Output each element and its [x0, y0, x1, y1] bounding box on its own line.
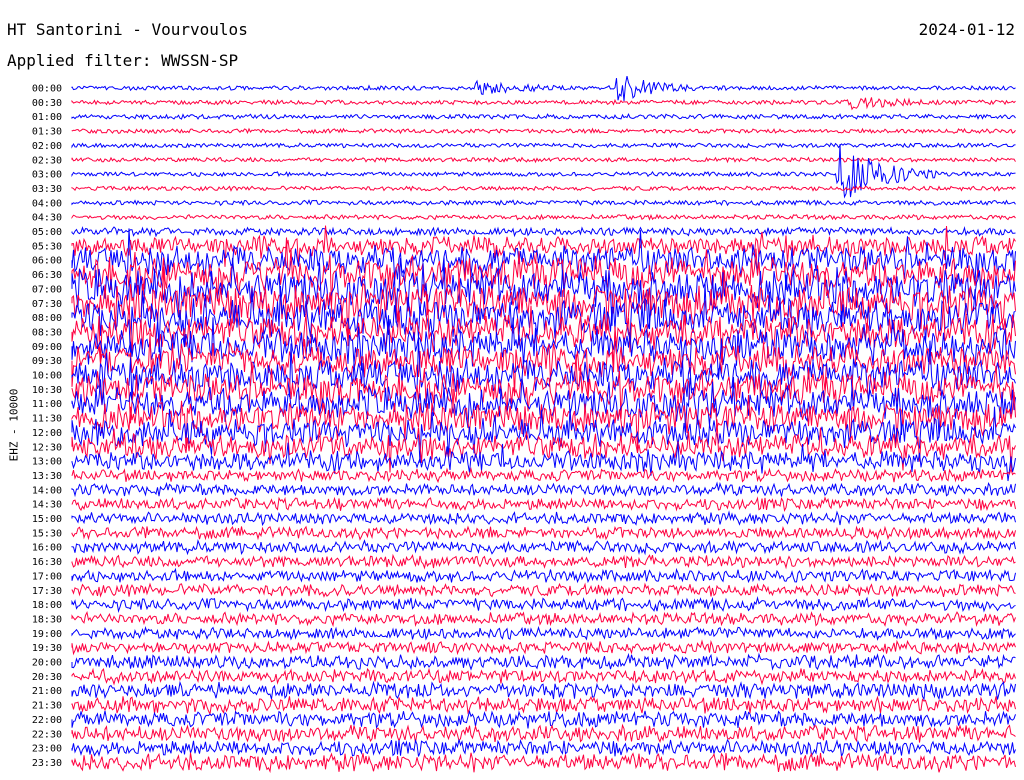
trace-1700 [71, 567, 1016, 584]
time-tick-label: 23:30 [32, 758, 62, 769]
time-tick-label: 04:30 [32, 213, 62, 224]
time-tick-label: 04:00 [32, 198, 62, 209]
time-tick-label: 00:30 [32, 98, 62, 109]
time-tick-label: 18:30 [32, 614, 62, 625]
trace-2130 [71, 695, 1016, 716]
time-tick-label: 05:30 [32, 241, 62, 252]
time-tick-label: 21:30 [32, 701, 62, 712]
time-tick-label: 07:30 [32, 299, 62, 310]
trace-2230 [71, 723, 1016, 743]
trace-2000 [71, 652, 1016, 671]
trace-0430 [71, 213, 1016, 221]
trace-0100 [71, 112, 1016, 121]
time-tick-label: 12:30 [32, 442, 62, 453]
trace-1400 [71, 481, 1016, 498]
trace-0400 [71, 199, 1016, 207]
trace-0130 [71, 127, 1016, 135]
time-tick-label: 18:00 [32, 600, 62, 611]
time-tick-label: 10:00 [32, 371, 62, 382]
trace-1330 [71, 467, 1016, 484]
time-tick-label: 08:30 [32, 327, 62, 338]
trace-0200 [71, 142, 1016, 149]
time-tick-label: 06:30 [32, 270, 62, 281]
time-tick-label: 13:00 [32, 457, 62, 468]
trace-0030 [71, 97, 1016, 111]
trace-0230 [71, 156, 1016, 164]
time-tick-label: 01:00 [32, 112, 62, 123]
trace-1500 [71, 510, 1016, 527]
trace-0330 [71, 185, 1016, 192]
time-tick-label: 19:30 [32, 643, 62, 654]
time-tick-label: 00:00 [32, 84, 62, 95]
trace-1430 [71, 496, 1016, 512]
trace-2030 [71, 667, 1016, 686]
trace-2300 [71, 738, 1016, 759]
trace-0000 [71, 75, 1016, 102]
time-tick-label: 21:00 [32, 686, 62, 697]
time-tick-label: 20:30 [32, 672, 62, 683]
trace-1830 [71, 611, 1016, 628]
time-tick-label: 03:00 [32, 170, 62, 181]
time-tick-label: 08:00 [32, 313, 62, 324]
time-tick-label: 15:30 [32, 528, 62, 539]
time-tick-label: 22:30 [32, 729, 62, 740]
time-tick-label: 10:30 [32, 385, 62, 396]
time-tick-label: 16:30 [32, 557, 62, 568]
time-tick-label: 14:30 [32, 500, 62, 511]
time-tick-label: 11:00 [32, 399, 62, 410]
time-tick-label: 03:30 [32, 184, 62, 195]
trace-2100 [71, 680, 1016, 701]
time-tick-label: 20:00 [32, 658, 62, 669]
trace-1730 [71, 582, 1016, 598]
time-tick-label: 06:00 [32, 256, 62, 267]
trace-1600 [71, 539, 1016, 556]
time-tick-label: 16:00 [32, 543, 62, 554]
time-tick-label: 15:00 [32, 514, 62, 525]
time-tick-label: 19:00 [32, 629, 62, 640]
time-tick-label: 14:00 [32, 485, 62, 496]
time-tick-label: 23:00 [32, 744, 62, 755]
time-tick-label: 13:30 [32, 471, 62, 482]
time-tick-label: 02:30 [32, 155, 62, 166]
time-tick-label: 09:00 [32, 342, 62, 353]
trace-1630 [71, 553, 1016, 570]
trace-1530 [71, 525, 1016, 541]
time-tick-label: 17:00 [32, 571, 62, 582]
time-tick-label: 09:30 [32, 356, 62, 367]
time-tick-label: 17:30 [32, 586, 62, 597]
time-tick-label: 05:00 [32, 227, 62, 238]
helicorder-plot: 00:00 00:30 01:00 01:30 02:00 02:30 03:00 03:30… [32, 75, 1016, 774]
time-tick-label: 01:30 [32, 127, 62, 138]
time-tick-label: 22:00 [32, 715, 62, 726]
time-tick-label: 02:00 [32, 141, 62, 152]
trace-0500 [71, 225, 1016, 238]
trace-1900 [71, 625, 1016, 641]
time-tick-label: 12:00 [32, 428, 62, 439]
trace-2330 [71, 751, 1016, 774]
time-tick-label: 11:30 [32, 414, 62, 425]
time-tick-label: 07:00 [32, 284, 62, 295]
trace-1930 [71, 639, 1016, 656]
trace-1800 [71, 596, 1016, 614]
